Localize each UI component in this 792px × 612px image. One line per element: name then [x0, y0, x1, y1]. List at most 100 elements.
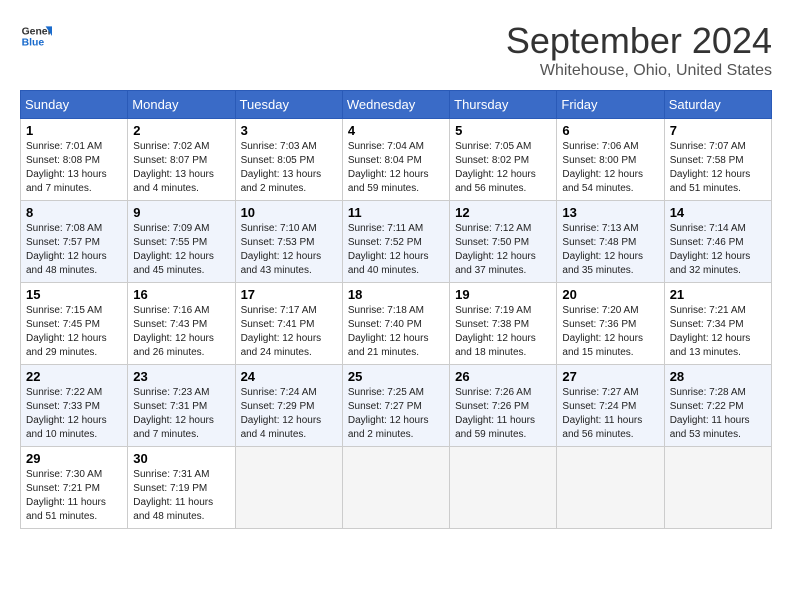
day-number: 28 [670, 369, 766, 384]
day-info: Sunrise: 7:06 AM Sunset: 8:00 PM Dayligh… [562, 140, 658, 196]
calendar-cell: 7 Sunrise: 7:07 AM Sunset: 7:58 PM Daylig… [664, 119, 771, 201]
calendar-cell: 17 Sunrise: 7:17 AM Sunset: 7:41 PM Dayli… [235, 283, 342, 365]
day-info: Sunrise: 7:17 AM Sunset: 7:41 PM Dayligh… [241, 304, 337, 360]
col-header-thursday: Thursday [450, 91, 557, 119]
location-title: Whitehouse, Ohio, United States [506, 62, 772, 80]
calendar-cell: 23 Sunrise: 7:23 AM Sunset: 7:31 PM Dayli… [128, 365, 235, 447]
day-number: 25 [348, 369, 444, 384]
day-number: 2 [133, 123, 229, 138]
day-info: Sunrise: 7:18 AM Sunset: 7:40 PM Dayligh… [348, 304, 444, 360]
calendar-week-3: 15Sunrise: 7:15 AM Sunset: 7:45 PM Dayli… [21, 283, 772, 365]
day-number: 3 [241, 123, 337, 138]
day-info: Sunrise: 7:23 AM Sunset: 7:31 PM Dayligh… [133, 386, 229, 442]
day-info: Sunrise: 7:16 AM Sunset: 7:43 PM Dayligh… [133, 304, 229, 360]
day-number: 9 [133, 205, 229, 220]
calendar-week-4: 22 Sunrise: 7:22 AM Sunset: 7:33 PM Dayli… [21, 365, 772, 447]
day-number: 1 [26, 123, 122, 138]
day-number: 22 [26, 369, 122, 384]
day-info: Sunrise: 7:05 AM Sunset: 8:02 PM Dayligh… [455, 140, 551, 196]
calendar-cell: 1 Sunrise: 7:01 AM Sunset: 8:08 PM Daylig… [21, 119, 128, 201]
day-info: Sunrise: 7:12 AM Sunset: 7:50 PM Dayligh… [455, 222, 551, 278]
day-number: 6 [562, 123, 658, 138]
day-info: Sunrise: 7:09 AM Sunset: 7:55 PM Dayligh… [133, 222, 229, 278]
day-info: Sunrise: 7:13 AM Sunset: 7:48 PM Dayligh… [562, 222, 658, 278]
day-info: Sunrise: 7:28 AM Sunset: 7:22 PM Dayligh… [670, 386, 766, 442]
calendar-cell: 24Sunrise: 7:24 AM Sunset: 7:29 PM Dayli… [235, 365, 342, 447]
day-info: Sunrise: 7:31 AM Sunset: 7:19 PM Dayligh… [133, 468, 229, 524]
title-section: September 2024 Whitehouse, Ohio, United … [506, 20, 772, 80]
day-info: Sunrise: 7:21 AM Sunset: 7:34 PM Dayligh… [670, 304, 766, 360]
day-number: 4 [348, 123, 444, 138]
calendar-cell: 4 Sunrise: 7:04 AM Sunset: 8:04 PM Daylig… [342, 119, 449, 201]
day-info: Sunrise: 7:20 AM Sunset: 7:36 PM Dayligh… [562, 304, 658, 360]
calendar-cell [342, 447, 449, 529]
day-info: Sunrise: 7:02 AM Sunset: 8:07 PM Dayligh… [133, 140, 229, 196]
calendar-cell [450, 447, 557, 529]
day-number: 24 [241, 369, 337, 384]
day-number: 11 [348, 205, 444, 220]
col-header-sunday: Sunday [21, 91, 128, 119]
day-info: Sunrise: 7:01 AM Sunset: 8:08 PM Dayligh… [26, 140, 122, 196]
day-info: Sunrise: 7:04 AM Sunset: 8:04 PM Dayligh… [348, 140, 444, 196]
calendar-week-2: 8 Sunrise: 7:08 AM Sunset: 7:57 PM Daylig… [21, 201, 772, 283]
day-info: Sunrise: 7:14 AM Sunset: 7:46 PM Dayligh… [670, 222, 766, 278]
calendar-cell: 3 Sunrise: 7:03 AM Sunset: 8:05 PM Daylig… [235, 119, 342, 201]
calendar-cell [664, 447, 771, 529]
calendar-cell: 18 Sunrise: 7:18 AM Sunset: 7:40 PM Dayli… [342, 283, 449, 365]
svg-text:Blue: Blue [22, 38, 45, 49]
calendar-cell: 12 Sunrise: 7:12 AM Sunset: 7:50 PM Dayli… [450, 201, 557, 283]
calendar-cell: 8 Sunrise: 7:08 AM Sunset: 7:57 PM Daylig… [21, 201, 128, 283]
day-number: 13 [562, 205, 658, 220]
day-number: 26 [455, 369, 551, 384]
day-number: 7 [670, 123, 766, 138]
day-number: 21 [670, 287, 766, 302]
calendar-cell: 16Sunrise: 7:16 AM Sunset: 7:43 PM Dayli… [128, 283, 235, 365]
calendar-cell: 22 Sunrise: 7:22 AM Sunset: 7:33 PM Dayli… [21, 365, 128, 447]
day-info: Sunrise: 7:25 AM Sunset: 7:27 PM Dayligh… [348, 386, 444, 442]
day-number: 5 [455, 123, 551, 138]
day-number: 27 [562, 369, 658, 384]
calendar-week-1: 1 Sunrise: 7:01 AM Sunset: 8:08 PM Daylig… [21, 119, 772, 201]
calendar-cell: 26 Sunrise: 7:26 AM Sunset: 7:26 PM Dayli… [450, 365, 557, 447]
col-header-friday: Friday [557, 91, 664, 119]
calendar-cell [557, 447, 664, 529]
col-header-monday: Monday [128, 91, 235, 119]
day-info: Sunrise: 7:26 AM Sunset: 7:26 PM Dayligh… [455, 386, 551, 442]
day-number: 12 [455, 205, 551, 220]
day-number: 20 [562, 287, 658, 302]
day-number: 8 [26, 205, 122, 220]
day-info: Sunrise: 7:19 AM Sunset: 7:38 PM Dayligh… [455, 304, 551, 360]
calendar-cell: 10Sunrise: 7:10 AM Sunset: 7:53 PM Dayli… [235, 201, 342, 283]
calendar-cell [235, 447, 342, 529]
logo: General Blue [20, 20, 52, 52]
day-number: 19 [455, 287, 551, 302]
calendar-cell: 14 Sunrise: 7:14 AM Sunset: 7:46 PM Dayli… [664, 201, 771, 283]
calendar-cell: 20 Sunrise: 7:20 AM Sunset: 7:36 PM Dayli… [557, 283, 664, 365]
day-info: Sunrise: 7:11 AM Sunset: 7:52 PM Dayligh… [348, 222, 444, 278]
calendar-cell: 11 Sunrise: 7:11 AM Sunset: 7:52 PM Dayli… [342, 201, 449, 283]
day-info: Sunrise: 7:07 AM Sunset: 7:58 PM Dayligh… [670, 140, 766, 196]
day-info: Sunrise: 7:10 AM Sunset: 7:53 PM Dayligh… [241, 222, 337, 278]
calendar-cell: 6 Sunrise: 7:06 AM Sunset: 8:00 PM Daylig… [557, 119, 664, 201]
calendar-cell: 21 Sunrise: 7:21 AM Sunset: 7:34 PM Dayli… [664, 283, 771, 365]
day-info: Sunrise: 7:08 AM Sunset: 7:57 PM Dayligh… [26, 222, 122, 278]
calendar-cell: 19 Sunrise: 7:19 AM Sunset: 7:38 PM Dayli… [450, 283, 557, 365]
calendar-cell: 29Sunrise: 7:30 AM Sunset: 7:21 PM Dayli… [21, 447, 128, 529]
calendar-cell: 27 Sunrise: 7:27 AM Sunset: 7:24 PM Dayli… [557, 365, 664, 447]
day-number: 17 [241, 287, 337, 302]
calendar-table: SundayMondayTuesdayWednesdayThursdayFrid… [20, 90, 772, 529]
calendar-header-row: SundayMondayTuesdayWednesdayThursdayFrid… [21, 91, 772, 119]
day-number: 23 [133, 369, 229, 384]
day-info: Sunrise: 7:27 AM Sunset: 7:24 PM Dayligh… [562, 386, 658, 442]
col-header-wednesday: Wednesday [342, 91, 449, 119]
day-number: 29 [26, 451, 122, 466]
calendar-cell: 2 Sunrise: 7:02 AM Sunset: 8:07 PM Daylig… [128, 119, 235, 201]
day-number: 18 [348, 287, 444, 302]
calendar-cell: 30Sunrise: 7:31 AM Sunset: 7:19 PM Dayli… [128, 447, 235, 529]
calendar-cell: 9 Sunrise: 7:09 AM Sunset: 7:55 PM Daylig… [128, 201, 235, 283]
day-number: 14 [670, 205, 766, 220]
calendar-cell: 28 Sunrise: 7:28 AM Sunset: 7:22 PM Dayli… [664, 365, 771, 447]
day-info: Sunrise: 7:22 AM Sunset: 7:33 PM Dayligh… [26, 386, 122, 442]
calendar-cell: 15Sunrise: 7:15 AM Sunset: 7:45 PM Dayli… [21, 283, 128, 365]
day-info: Sunrise: 7:03 AM Sunset: 8:05 PM Dayligh… [241, 140, 337, 196]
